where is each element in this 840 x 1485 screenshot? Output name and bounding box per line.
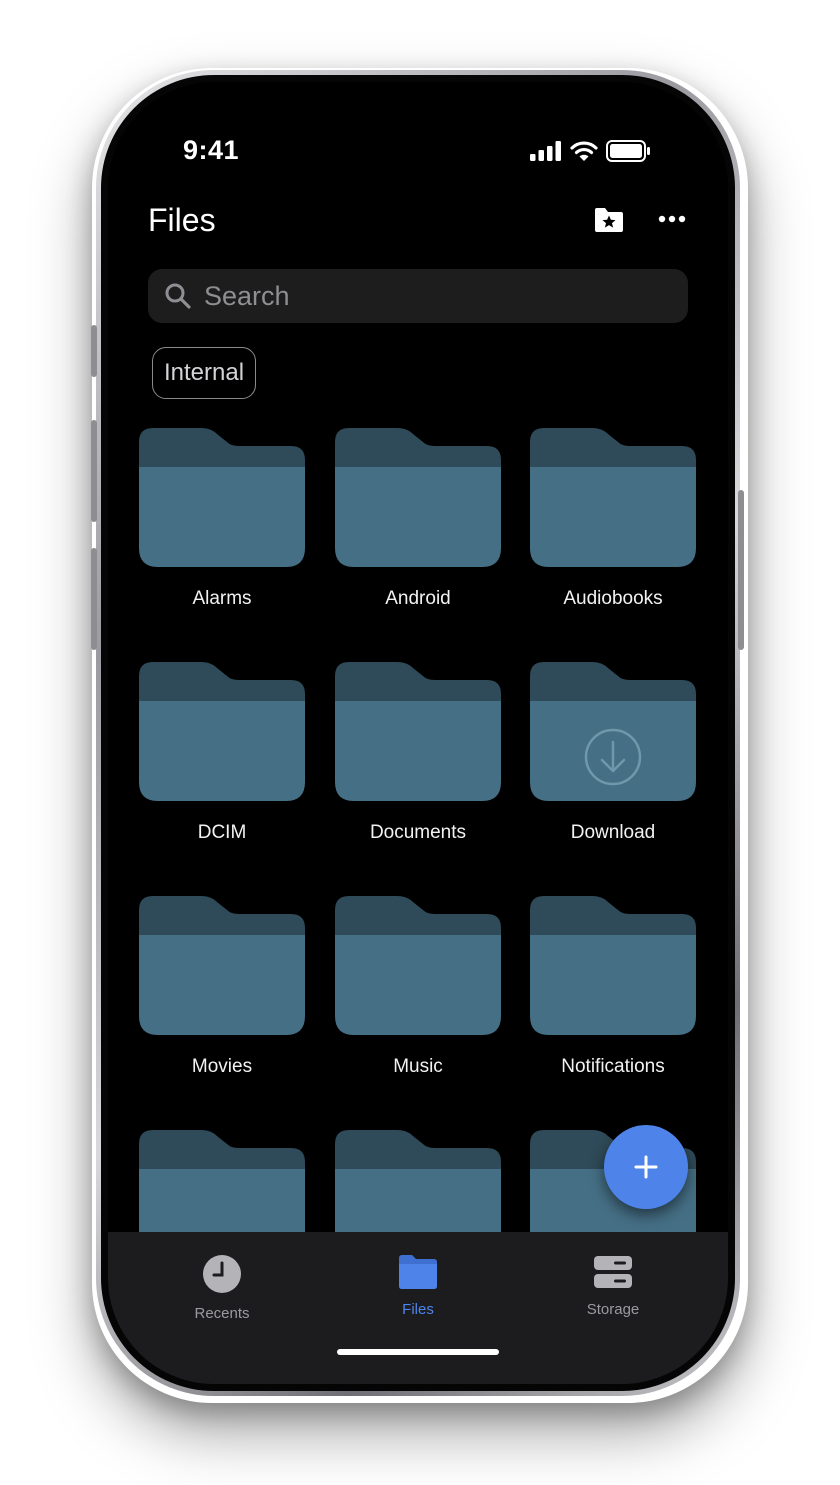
- power-button: [738, 490, 744, 650]
- folder-star-icon[interactable]: [593, 206, 625, 234]
- folder-music[interactable]: Music: [335, 896, 501, 1077]
- folder-icon: [530, 896, 696, 1035]
- search-icon: [165, 283, 191, 309]
- folder-label: Android: [385, 588, 451, 609]
- nav-item-storage[interactable]: Storage: [538, 1254, 688, 1318]
- action-button: [91, 325, 97, 377]
- folder-icon: [399, 1255, 437, 1289]
- folder-label: Alarms: [192, 588, 252, 609]
- wifi-icon: [570, 140, 598, 161]
- folder-audiobooks[interactable]: Audiobooks: [530, 428, 696, 609]
- folder-notifications[interactable]: Notifications: [530, 896, 696, 1077]
- volume-down-button: [91, 548, 97, 650]
- folder-label: Documents: [369, 822, 467, 843]
- clock-icon: [203, 1255, 241, 1293]
- phone-screen: 9:41 Files Search Internal Alarms Androi…: [108, 82, 728, 1384]
- folder-icon: [530, 662, 696, 801]
- battery-icon: [606, 140, 650, 162]
- plus-icon: [634, 1155, 658, 1179]
- folder-icon: [139, 662, 305, 801]
- folder-dcim[interactable]: DCIM: [139, 662, 305, 843]
- nav-item-recents[interactable]: Recents: [147, 1254, 297, 1322]
- cellular-signal-icon: [530, 141, 561, 161]
- add-button[interactable]: [604, 1125, 688, 1209]
- folder-icon: [335, 428, 501, 567]
- nav-item-files[interactable]: Files: [343, 1254, 493, 1318]
- bottom-nav: Recents Files Storage: [108, 1232, 728, 1384]
- nav-label-files: Files: [402, 1301, 434, 1318]
- search-bar[interactable]: Search: [148, 269, 688, 323]
- search-placeholder: Search: [204, 280, 290, 311]
- folder-label: Notifications: [561, 1056, 665, 1077]
- page-title: Files: [148, 202, 216, 238]
- nav-label-storage: Storage: [586, 1301, 640, 1318]
- folder-icon: [335, 662, 501, 801]
- folder-android[interactable]: Android: [335, 428, 501, 609]
- folder-icon: [335, 896, 501, 1035]
- folder-icon: [530, 428, 696, 567]
- folder-documents[interactable]: Documents: [335, 662, 501, 843]
- folder-label: Audiobooks: [563, 588, 663, 609]
- home-indicator: [337, 1349, 499, 1355]
- folder-label: DCIM: [197, 822, 247, 843]
- filter-chip-internal[interactable]: Internal: [152, 347, 257, 399]
- status-icons: [530, 140, 652, 162]
- folder-label: Movies: [191, 1056, 253, 1077]
- folder-icon: [139, 428, 305, 567]
- storage-icon: [594, 1256, 632, 1288]
- more-horizontal-icon[interactable]: [658, 214, 686, 224]
- folder-label: Music: [393, 1056, 443, 1077]
- volume-up-button: [91, 420, 97, 522]
- status-time: 9:41: [183, 135, 240, 165]
- folder-download[interactable]: Download: [530, 662, 696, 843]
- folder-movies[interactable]: Movies: [139, 896, 305, 1077]
- folder-label: Download: [570, 822, 656, 843]
- nav-label-recents: Recents: [194, 1305, 250, 1322]
- folder-alarms[interactable]: Alarms: [139, 428, 305, 609]
- folder-icon: [139, 896, 305, 1035]
